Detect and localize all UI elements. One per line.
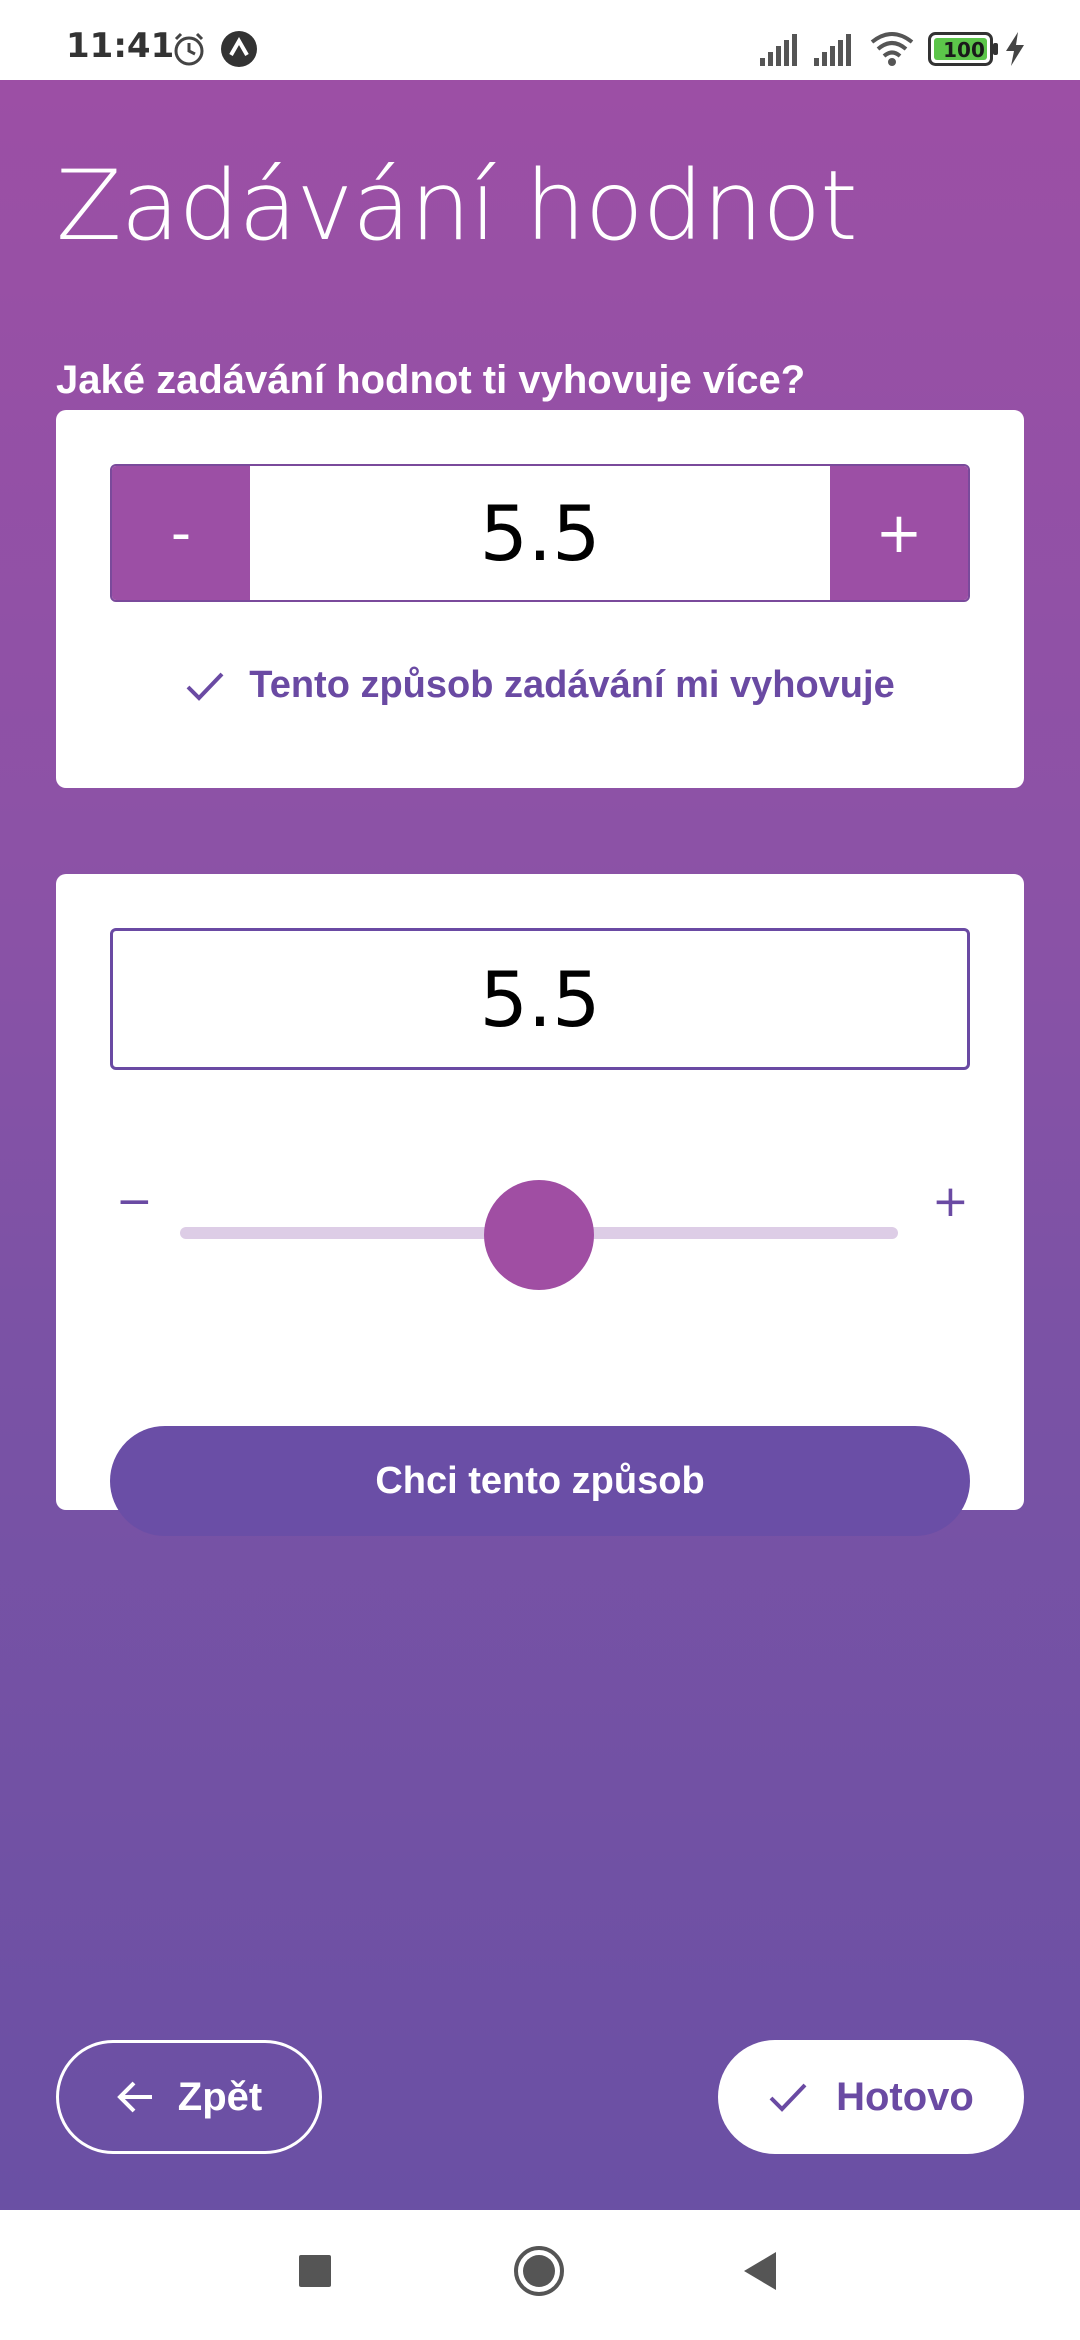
signal-icon <box>760 34 797 66</box>
decrement-button[interactable]: - <box>112 466 250 600</box>
selected-option-indicator: Tento způsob zadávání mi vyhovuje <box>56 664 1024 707</box>
slider-decrement-icon[interactable]: − <box>116 1176 153 1227</box>
signal-icon <box>814 34 851 66</box>
recents-square-icon[interactable] <box>298 2254 332 2288</box>
status-bar: 11:41 100 <box>0 0 1080 80</box>
app-notification-icon <box>221 31 257 67</box>
status-time: 11:41 <box>66 26 175 66</box>
question-text: Jaké zadávání hodnot ti vyhovuje více? <box>56 358 806 402</box>
value-stepper: - 5.5 + <box>110 464 970 602</box>
done-button-label: Hotovo <box>836 2074 974 2119</box>
charging-icon <box>1006 32 1024 66</box>
page-title: Zadávání hodnot <box>56 150 858 262</box>
checkmark-icon <box>769 2083 807 2112</box>
slider-increment-icon[interactable]: + <box>932 1176 969 1227</box>
done-button[interactable]: Hotovo <box>718 2040 1024 2154</box>
stepper-value[interactable]: 5.5 <box>250 466 830 600</box>
alarm-icon <box>174 32 204 66</box>
back-triangle-icon[interactable] <box>742 2250 778 2292</box>
selected-option-text: Tento způsob zadávání mi vyhovuje <box>249 664 895 706</box>
choose-this-method-button[interactable]: Chci tento způsob <box>110 1426 970 1536</box>
value-slider-thumb[interactable] <box>484 1180 594 1290</box>
home-circle-icon[interactable] <box>512 2244 566 2298</box>
increment-button[interactable]: + <box>830 466 968 600</box>
battery-level-text: 100 <box>943 38 985 62</box>
arrow-left-icon <box>116 2081 152 2113</box>
system-navigation-bar <box>0 2210 1080 2340</box>
stepper-option-card: - 5.5 + Tento způsob zadávání mi vyhovuj… <box>56 410 1024 788</box>
checkmark-icon <box>186 672 224 701</box>
wifi-icon <box>870 32 914 66</box>
slider-option-card: 5.5 − + Chci tento způsob <box>56 874 1024 1536</box>
back-button[interactable]: Zpět <box>56 2040 322 2154</box>
back-button-label: Zpět <box>177 2074 263 2119</box>
value-field[interactable]: 5.5 <box>110 928 970 1070</box>
